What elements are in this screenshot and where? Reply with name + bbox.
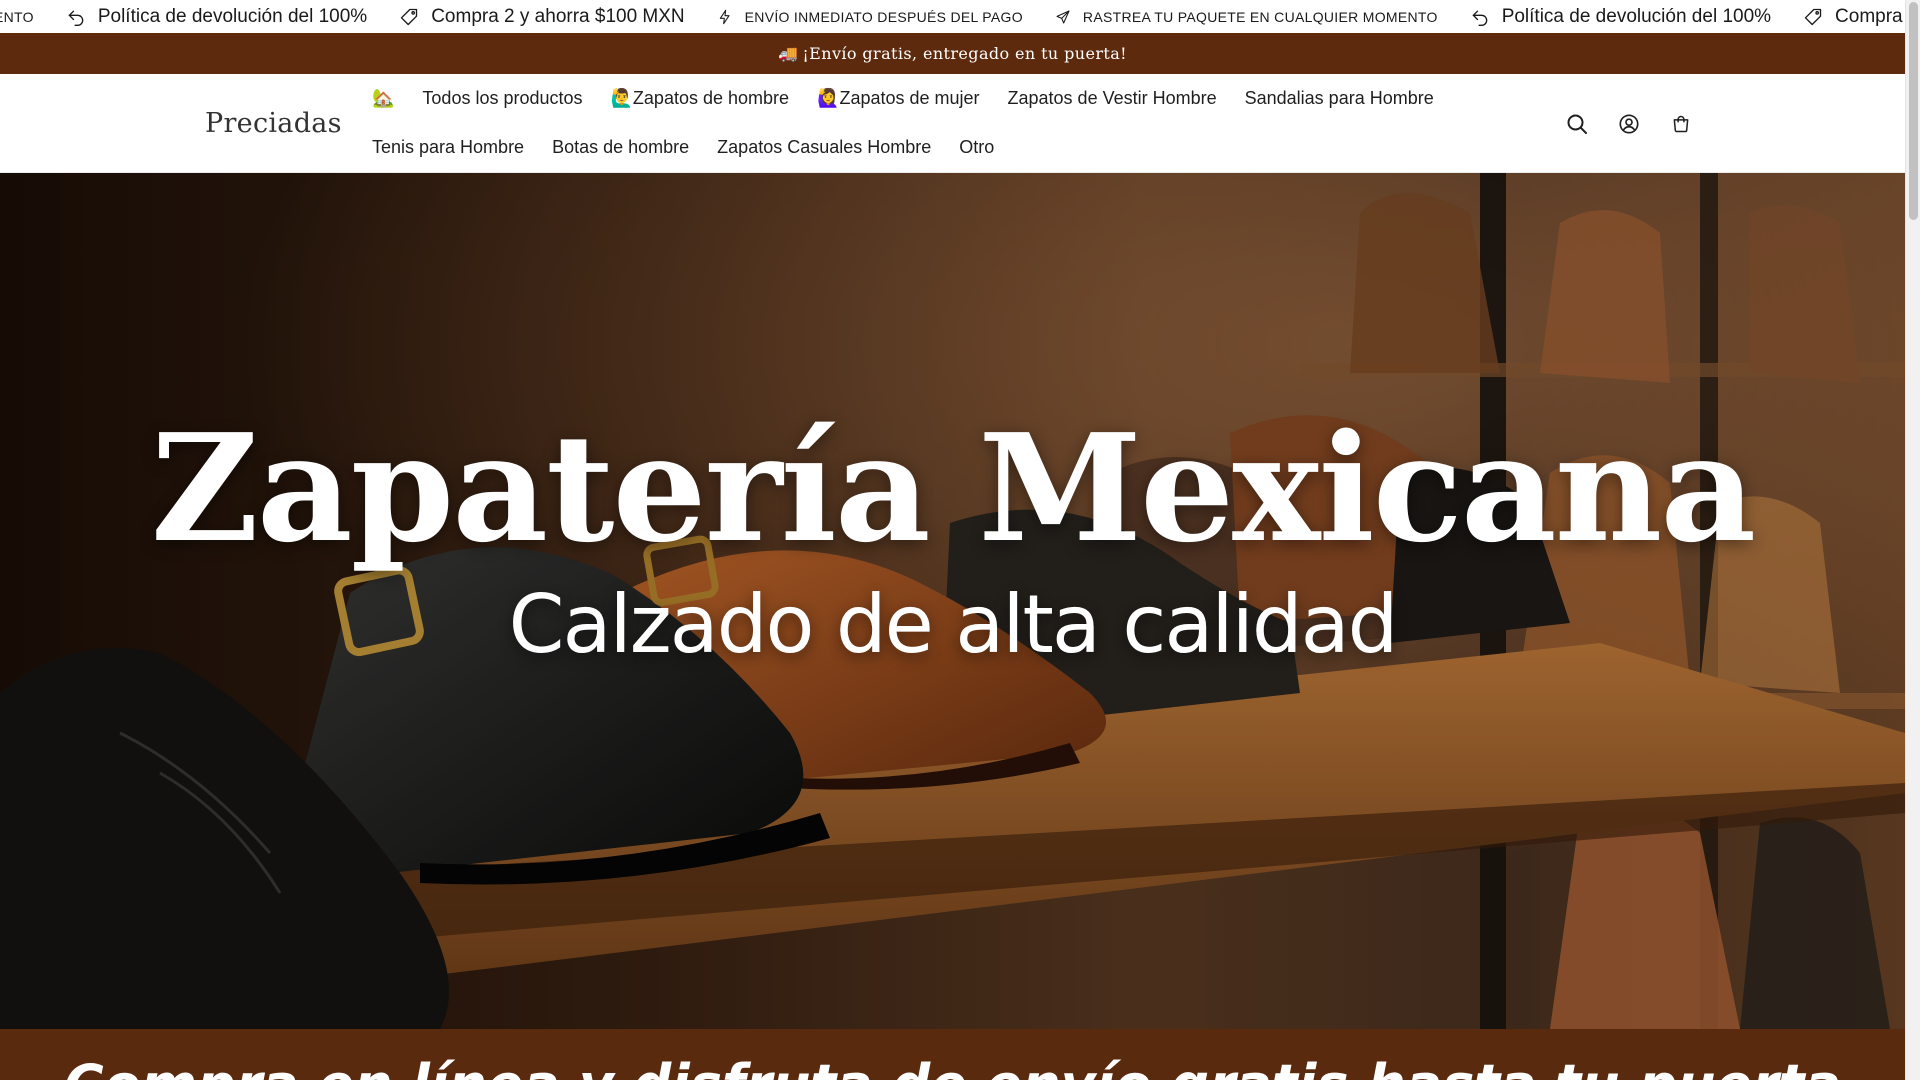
account-icon[interactable] [1615,110,1643,138]
main-nav: 🏡 Todos los productos 🙋‍♂️Zapatos de hombr… [372,74,1522,172]
marquee-item-text: Compra [1835,5,1903,27]
scrollbar-thumb[interactable] [1909,2,1918,220]
page-scrollbar[interactable] [1905,0,1920,1080]
return-arrow-icon [66,7,98,27]
nav-row-secondary: Tenis para Hombre Botas de hombre Zapatos … [372,123,1522,172]
airplane-icon [1055,9,1083,25]
nav-other[interactable]: Otro [959,137,994,158]
cart-icon[interactable] [1667,110,1695,138]
site-header: Preciadas 🏡 Todos los productos 🙋‍♂️Zapato… [0,74,1905,173]
promo-banner: Compra en línea y disfruta de envío grat… [0,1029,1905,1080]
store-logo[interactable]: Preciadas [205,108,342,139]
nav-mens-dress-shoes[interactable]: Zapatos de Vestir Hombre [1008,88,1217,109]
marquee-item: ENTO [0,9,34,25]
hero-subtitle: Calzado de alta calidad [508,578,1399,671]
marquee-item: Compra [1803,6,1903,28]
marquee-item: RASTREA TU PAQUETE EN CUALQUIER MOMENTO [1055,9,1438,25]
promo-marquee-track: ENTO Política de devolución del 100% Compr… [0,0,1905,33]
nav-row-primary: 🏡 Todos los productos 🙋‍♂️Zapatos de hombr… [372,74,1522,123]
truck-emoji: 🚚 [778,44,799,63]
marquee-item-text: RASTREA TU PAQUETE EN CUALQUIER MOMENTO [1082,8,1438,25]
marquee-item-text: ENTO [0,8,34,25]
marquee-item: Compra 2 y ahorra $100 MXN [399,5,685,28]
search-icon[interactable] [1563,110,1591,138]
marquee-item: Política de devolución del 100% [66,6,367,28]
nav-mens-casual[interactable]: Zapatos Casuales Hombre [717,137,931,158]
price-tag-icon [399,7,431,27]
marquee-item: ENVÍO INMEDIATO DESPUÉS DEL PAGO [717,9,1023,25]
nav-mens-sneakers[interactable]: Tenis para Hombre [372,137,524,158]
marquee-item-text: Compra 2 y ahorra $100 MXN [431,5,685,27]
nav-mens-sandals[interactable]: Sandalias para Hombre [1245,88,1434,109]
nav-all-products[interactable]: Todos los productos [422,88,582,109]
price-tag-icon [1803,7,1835,27]
promo-marquee: ENTO Política de devolución del 100% Compr… [0,0,1905,33]
announcement-bar: 🚚 ¡Envío gratis, entregado en tu puerta! [0,33,1905,74]
hero-banner: Zapatería Mexicana Calzado de alta calid… [0,173,1905,1029]
marquee-item-text: Política de devolución del 100% [1501,5,1772,27]
promo-banner-text: Compra en línea y disfruta de envío grat… [0,1053,1905,1080]
marquee-item: Política de devolución del 100% [1470,6,1771,28]
nav-mens-boots[interactable]: Botas de hombre [552,137,689,158]
header-icons [1563,110,1695,138]
lightning-icon [717,9,745,25]
nav-mens-shoes[interactable]: 🙋‍♂️Zapatos de hombre [611,88,790,109]
nav-womens-shoes[interactable]: 🙋‍♀️Zapatos de mujer [817,88,979,109]
nav-home[interactable]: 🏡 [372,88,394,109]
announcement-text: ¡Envío gratis, entregado en tu puerta! [802,44,1127,63]
marquee-item-text: Política de devolución del 100% [97,5,368,27]
hero-title: Zapatería Mexicana [150,401,1756,575]
return-arrow-icon [1470,7,1502,27]
marquee-item-text: ENVÍO INMEDIATO DESPUÉS DEL PAGO [744,8,1023,25]
